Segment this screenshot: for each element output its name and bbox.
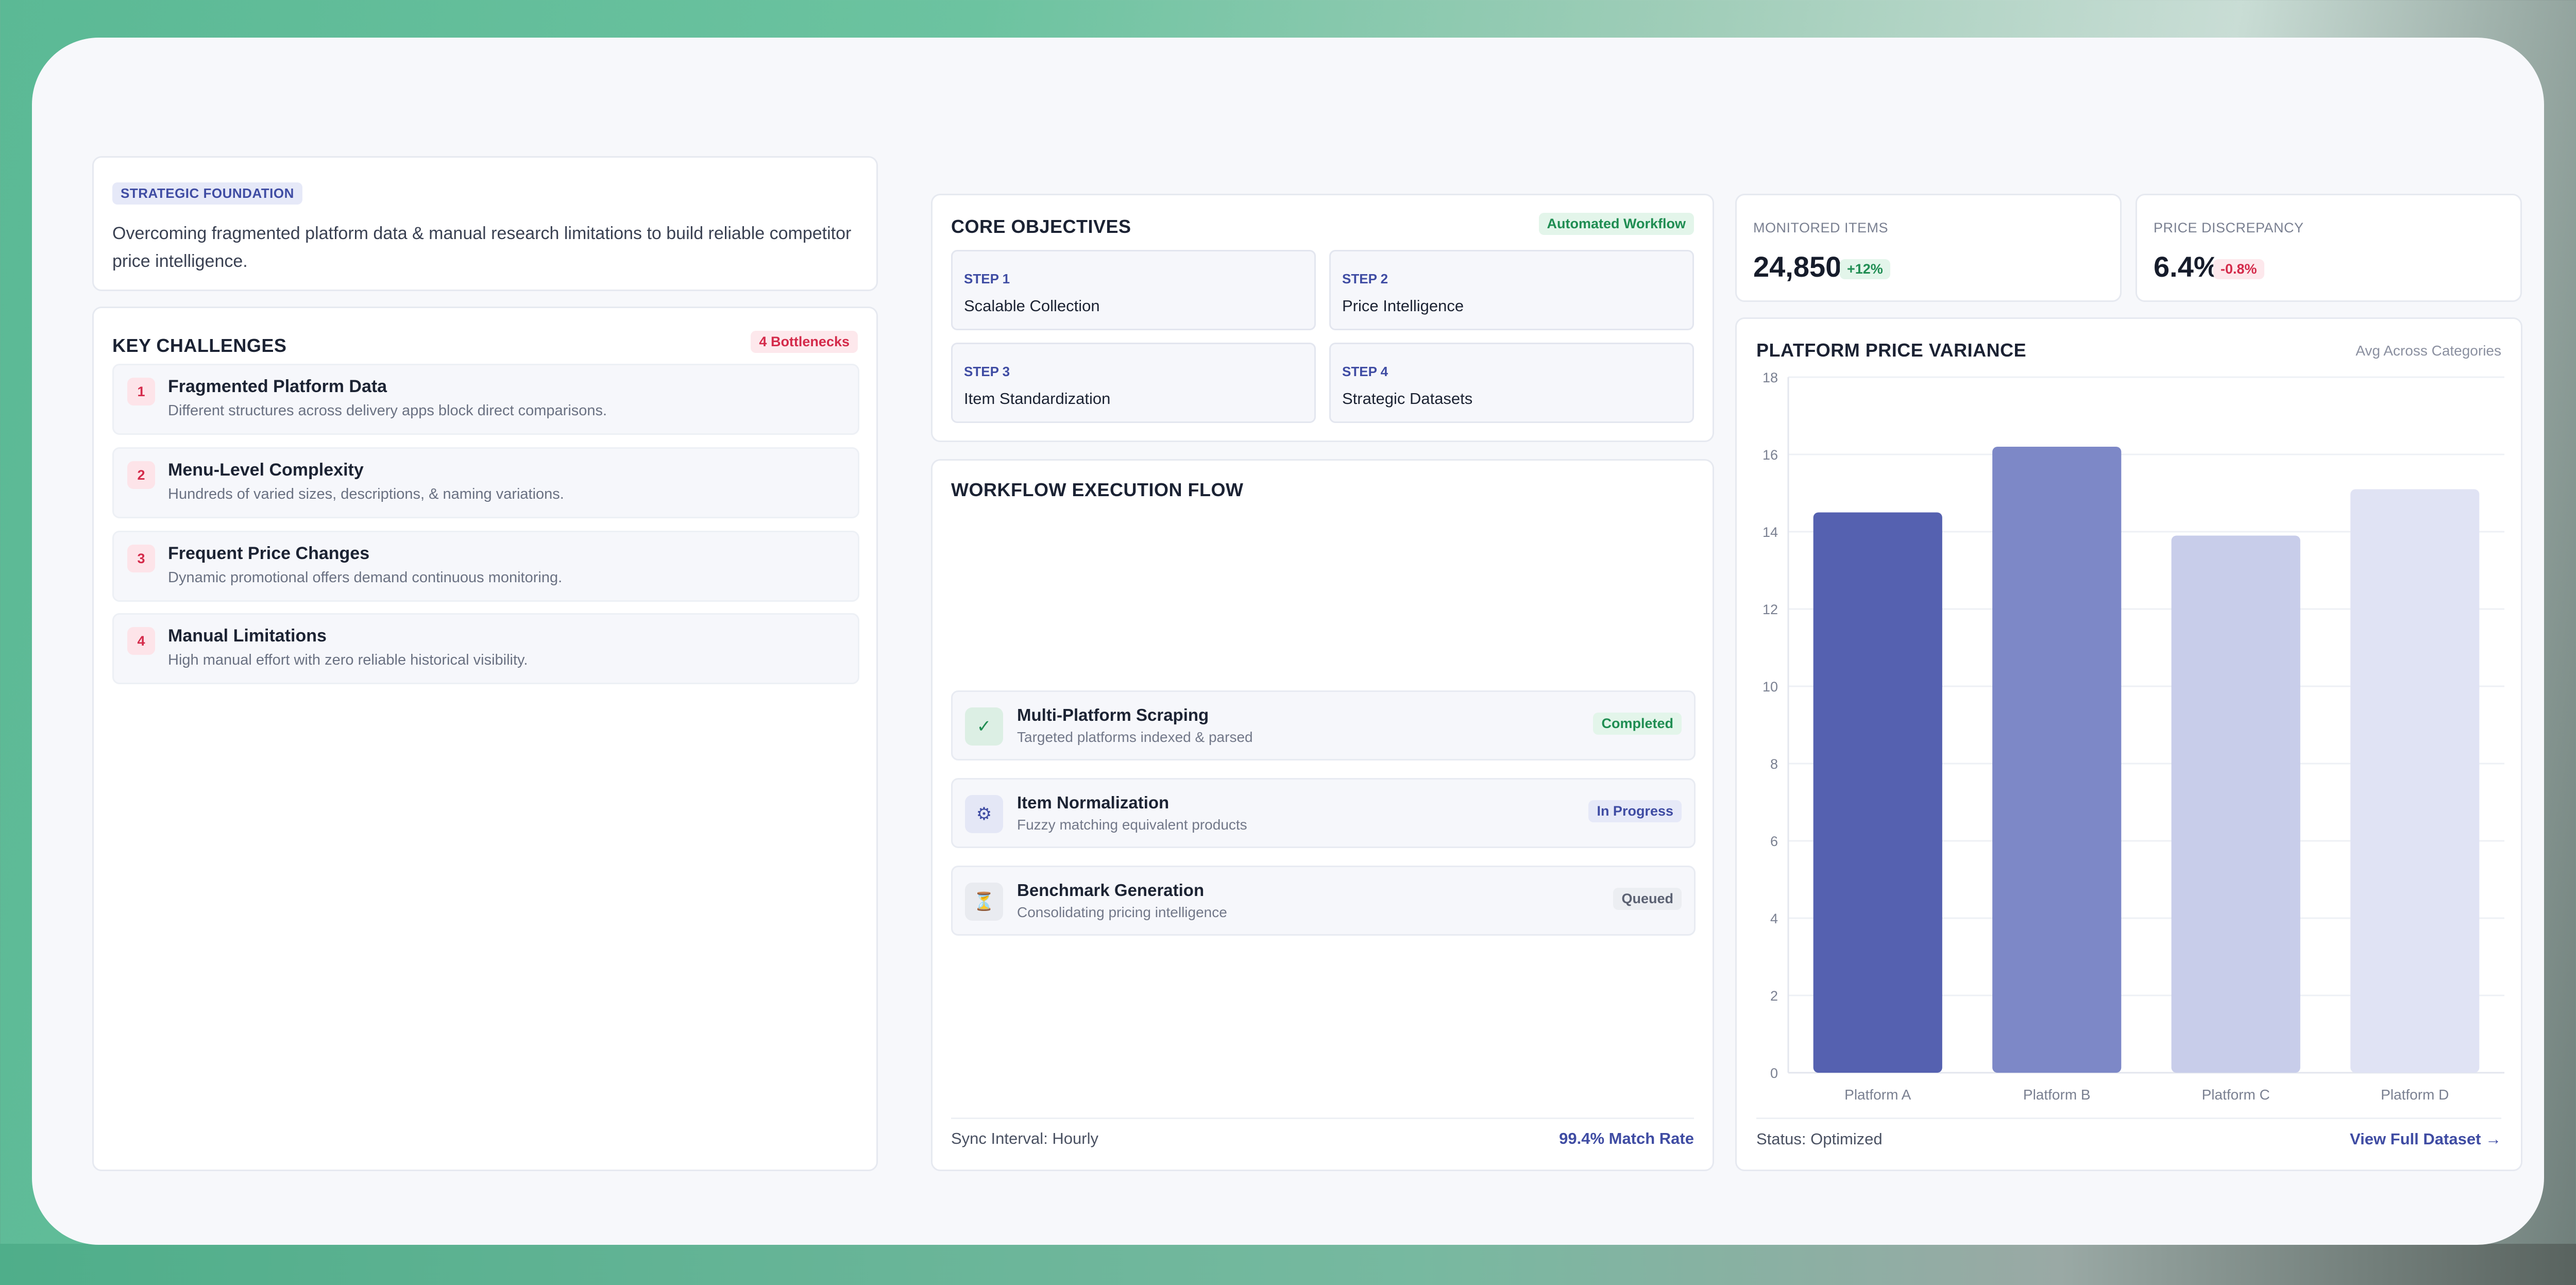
metric-label: MONITORED ITEMS	[1753, 220, 1889, 235]
bar-chart: 0 2 4 6 8 10 12 14 16 18 Platform A Platform B Platf…	[1762, 370, 2504, 1103]
workflow-row[interactable]: ⚙ Item Normalization Fuzzy matching equi…	[951, 778, 1696, 848]
step-label: STEP 3	[964, 364, 1010, 379]
objective-step-2[interactable]: STEP 2 Price Intelligence	[1329, 250, 1694, 330]
step-label: STEP 1	[964, 271, 1010, 286]
step-label: STEP 4	[1342, 364, 1388, 379]
workflow-row-description: Fuzzy matching equivalent products	[1017, 817, 1247, 833]
gear-icon: ⚙	[965, 795, 1003, 833]
challenge-description: High manual effort with zero reliable hi…	[168, 652, 528, 668]
step-name: Price Intelligence	[1342, 297, 1464, 315]
challenge-description: Different structures across delivery app…	[168, 402, 607, 419]
step-name: Strategic Datasets	[1342, 390, 1473, 408]
challenge-title: Fragmented Platform Data	[168, 377, 387, 396]
challenge-item[interactable]: 3 Frequent Price Changes Dynamic promoti…	[112, 531, 859, 602]
dashboard-frame: STRATEGIC FOUNDATION Overcoming fragment…	[32, 38, 2544, 1245]
chart-footer-divider	[1756, 1118, 2501, 1119]
workflow-row[interactable]: ⏳ Benchmark Generation Consolidating pri…	[951, 866, 1696, 936]
core-objectives-card: CORE OBJECTIVES Automated Workflow STEP …	[931, 194, 1714, 442]
x-tick-label: Platform A	[1844, 1087, 1911, 1103]
y-tick-label: 0	[1770, 1066, 1778, 1081]
background-strip	[0, 1244, 2576, 1285]
workflow-row[interactable]: ✓ Multi-Platform Scraping Targeted platf…	[951, 690, 1696, 760]
challenge-number: 4	[127, 627, 155, 655]
automated-workflow-badge: Automated Workflow	[1538, 213, 1694, 235]
challenge-number: 3	[127, 545, 155, 572]
sync-interval-text: Sync Interval: Hourly	[951, 1129, 1098, 1147]
y-tick-label: 14	[1762, 525, 1778, 540]
match-rate-text: 99.4% Match Rate	[1559, 1129, 1694, 1147]
workflow-footer-divider	[951, 1118, 1694, 1119]
workflow-card: WORKFLOW EXECUTION FLOW ✓ Multi-Platform…	[931, 459, 1714, 1171]
workflow-row-title: Item Normalization	[1017, 793, 1170, 812]
price-discrepancy-card: PRICE DISCREPANCY 6.4% -0.8%	[2136, 194, 2522, 302]
status-badge: Completed	[1593, 713, 1682, 735]
bottlenecks-badge: 4 Bottlenecks	[751, 331, 858, 353]
platform-price-variance-card: PLATFORM PRICE VARIANCE Avg Across Categ…	[1735, 317, 2522, 1171]
status-badge: In Progress	[1588, 800, 1682, 822]
hourglass-icon: ⏳	[965, 883, 1003, 921]
y-tick-label: 12	[1762, 602, 1778, 617]
objective-step-1[interactable]: STEP 1 Scalable Collection	[951, 250, 1316, 330]
view-full-dataset-link[interactable]: View Full Dataset →	[2350, 1130, 2501, 1148]
y-tick-label: 8	[1770, 756, 1778, 772]
y-tick-label: 6	[1770, 834, 1778, 849]
core-objectives-title: CORE OBJECTIVES	[951, 216, 1131, 237]
challenge-title: Frequent Price Changes	[168, 544, 370, 563]
y-tick-label: 18	[1762, 370, 1778, 385]
x-tick-label: Platform C	[2202, 1087, 2270, 1103]
challenge-title: Menu-Level Complexity	[168, 460, 364, 480]
key-challenges-card: KEY CHALLENGES 4 Bottlenecks 1 Fragmente…	[92, 307, 878, 1171]
bar	[1813, 512, 1942, 1073]
strategic-foundation-card: STRATEGIC FOUNDATION Overcoming fragment…	[92, 156, 878, 291]
challenge-item[interactable]: 2 Menu-Level Complexity Hundreds of vari…	[112, 447, 859, 518]
chart-status-text: Status: Optimized	[1756, 1130, 1883, 1148]
workflow-row-description: Consolidating pricing intelligence	[1017, 904, 1227, 920]
challenge-description: Dynamic promotional offers demand contin…	[168, 569, 563, 586]
objective-step-3[interactable]: STEP 3 Item Standardization	[951, 343, 1316, 423]
strategic-foundation-description: Overcoming fragmented platform data & ma…	[112, 224, 852, 271]
challenge-number: 1	[127, 378, 155, 405]
bar	[1992, 447, 2122, 1073]
metric-value: 6.4%	[2154, 250, 2219, 283]
challenge-item[interactable]: 1 Fragmented Platform Data Different str…	[112, 364, 859, 435]
metric-change-badge: +12%	[1840, 259, 1890, 279]
challenge-number: 2	[127, 461, 155, 489]
step-name: Scalable Collection	[964, 297, 1100, 315]
workflow-row-description: Targeted platforms indexed & parsed	[1017, 729, 1253, 745]
workflow-row-title: Multi-Platform Scraping	[1017, 705, 1209, 724]
metric-change-badge: -0.8%	[2213, 259, 2264, 279]
key-challenges-title: KEY CHALLENGES	[112, 335, 287, 356]
challenge-title: Manual Limitations	[168, 626, 327, 646]
workflow-row-title: Benchmark Generation	[1017, 881, 1205, 900]
y-tick-label: 4	[1770, 911, 1778, 926]
bar	[2171, 535, 2300, 1073]
bar	[2350, 489, 2480, 1073]
strategic-foundation-tag: STRATEGIC FOUNDATION	[112, 182, 302, 205]
metric-label: PRICE DISCREPANCY	[2154, 220, 2304, 235]
workflow-title: WORKFLOW EXECUTION FLOW	[951, 479, 1244, 500]
y-tick-label: 2	[1770, 988, 1778, 1004]
step-name: Item Standardization	[964, 390, 1111, 408]
step-label: STEP 2	[1342, 271, 1388, 286]
challenge-description: Hundreds of varied sizes, descriptions, …	[168, 486, 564, 502]
status-badge: Queued	[1613, 888, 1682, 910]
y-tick-label: 16	[1762, 447, 1778, 463]
x-tick-label: Platform D	[2381, 1087, 2449, 1103]
challenge-item[interactable]: 4 Manual Limitations High manual effort …	[112, 613, 859, 684]
y-tick-label: 10	[1762, 679, 1778, 695]
metric-value: 24,850	[1753, 250, 1842, 283]
x-tick-label: Platform B	[2023, 1087, 2091, 1103]
monitored-items-card: MONITORED ITEMS 24,850 +12%	[1735, 194, 2122, 302]
check-icon: ✓	[965, 707, 1003, 746]
objective-step-4[interactable]: STEP 4 Strategic Datasets	[1329, 343, 1694, 423]
